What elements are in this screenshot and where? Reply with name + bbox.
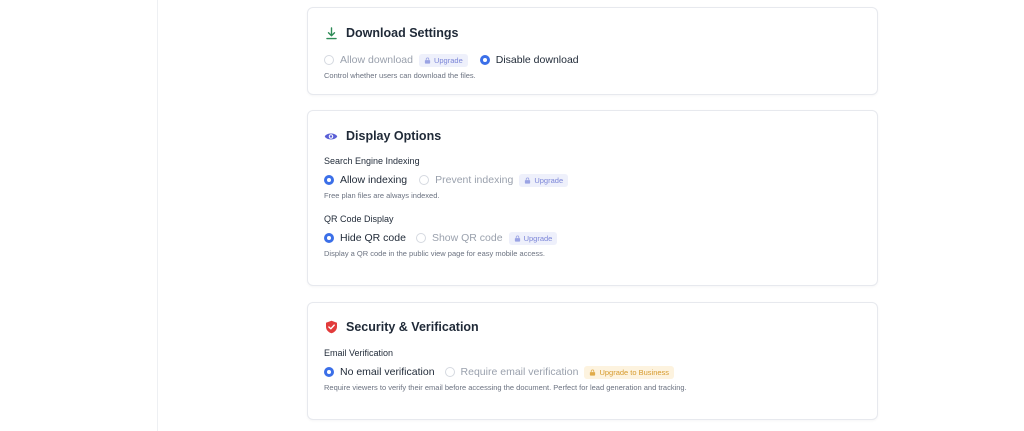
allow-download-label[interactable]: Allow download (340, 54, 413, 66)
show-qr-label[interactable]: Show QR code (432, 232, 503, 244)
qr-help-text: Display a QR code in the public view pag… (324, 249, 545, 258)
email-verification-label: Email Verification (324, 348, 394, 358)
lock-icon (525, 177, 531, 184)
qr-code-label: QR Code Display (324, 214, 394, 224)
disable-download-radio[interactable] (479, 55, 490, 65)
no-email-verification-label[interactable]: No email verification (340, 366, 435, 378)
no-email-verification-radio[interactable] (324, 367, 334, 377)
email-verification-help-text: Require viewers to verify their email be… (324, 383, 687, 392)
email-verification-options: No email verification Require email veri… (324, 365, 686, 379)
indexing-options: Allow indexing Prevent indexing Upgrade (324, 173, 580, 187)
allow-indexing-label[interactable]: Allow indexing (340, 174, 407, 186)
upgrade-badge[interactable]: Upgrade (508, 231, 558, 245)
card-title-text: Security & Verification (346, 320, 479, 334)
require-email-verification-label[interactable]: Require email verification (461, 366, 579, 378)
indexing-help-text: Free plan files are always indexed. (324, 191, 440, 200)
allow-indexing-radio[interactable] (324, 175, 334, 185)
download-settings-card: Download Settings Allow download Upgrade… (307, 7, 878, 95)
left-sidebar (0, 0, 158, 431)
upgrade-badge-text: Upgrade to Business (599, 367, 670, 377)
display-options-heading: Display Options (324, 129, 441, 143)
download-icon (324, 26, 338, 40)
hide-qr-radio[interactable] (324, 233, 334, 243)
require-email-verification-radio[interactable] (444, 367, 455, 377)
security-heading: Security & Verification (324, 320, 479, 334)
card-title-text: Display Options (346, 129, 442, 143)
allow-download-radio[interactable] (324, 55, 334, 65)
download-settings-heading: Download Settings (324, 26, 459, 40)
disable-download-label[interactable]: Disable download (496, 54, 579, 66)
security-verification-card: Security & Verification Email Verificati… (307, 302, 878, 420)
hide-qr-label[interactable]: Hide QR code (340, 232, 406, 244)
lock-icon (424, 57, 431, 64)
upgrade-badge[interactable]: Upgrade (418, 53, 468, 67)
eye-icon (324, 129, 338, 143)
search-indexing-label: Search Engine Indexing (324, 156, 420, 166)
upgrade-badge-text: Upgrade (534, 175, 564, 185)
upgrade-to-business-badge[interactable]: Upgrade to Business (584, 365, 675, 379)
upgrade-badge-text: Upgrade (433, 55, 463, 65)
download-options: Allow download Upgrade Disable download (324, 53, 585, 67)
show-qr-radio[interactable] (415, 233, 426, 243)
prevent-indexing-label[interactable]: Prevent indexing (435, 174, 513, 186)
qr-options: Hide QR code Show QR code Upgrade (324, 231, 569, 245)
card-title-text: Download Settings (346, 26, 459, 40)
upgrade-badge[interactable]: Upgrade (519, 173, 569, 187)
prevent-indexing-radio[interactable] (419, 175, 430, 185)
lock-icon (514, 235, 520, 242)
shield-check-icon (324, 320, 338, 334)
upgrade-badge-text: Upgrade (523, 233, 553, 243)
download-help-text: Control whether users can download the f… (324, 71, 476, 80)
display-options-card: Display Options Search Engine Indexing A… (307, 110, 878, 286)
lock-icon (590, 369, 596, 376)
